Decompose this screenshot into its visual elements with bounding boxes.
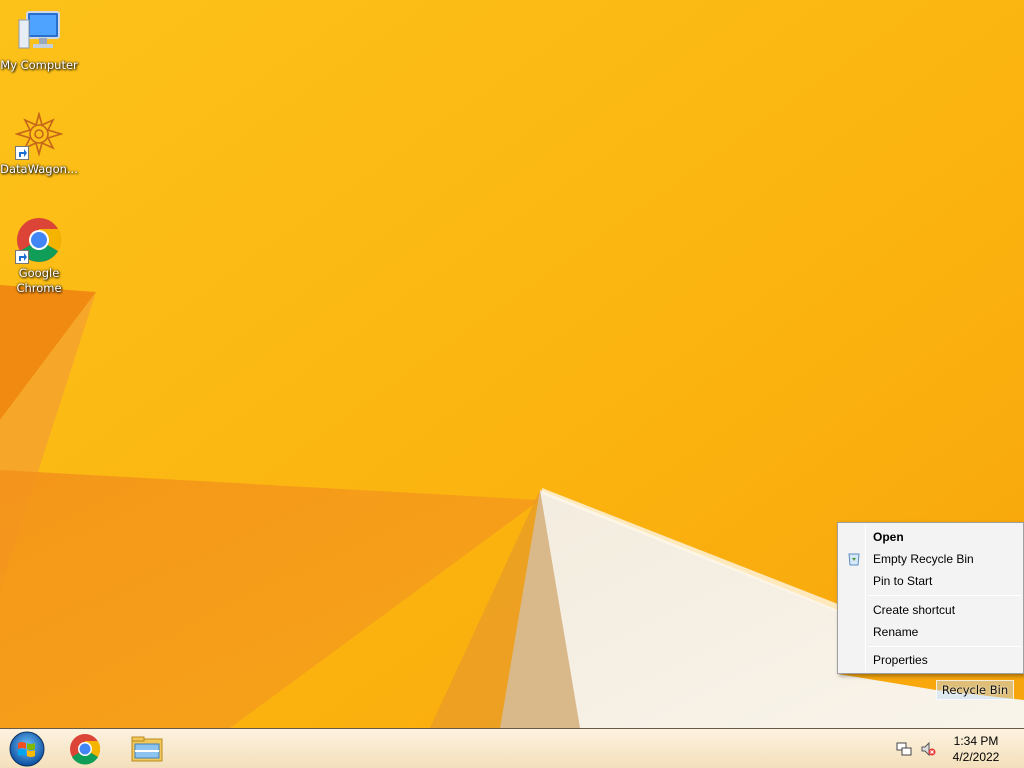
chrome-taskbar-button[interactable] bbox=[60, 731, 110, 767]
menu-item-open[interactable]: Open bbox=[840, 526, 1021, 548]
menu-item-label: Rename bbox=[873, 625, 919, 639]
file-explorer-taskbar-button[interactable] bbox=[122, 731, 172, 767]
menu-item-label: Create shortcut bbox=[873, 603, 956, 617]
menu-item-empty-recycle-bin[interactable]: Empty Recycle Bin bbox=[840, 548, 1021, 570]
chrome-icon bbox=[15, 216, 63, 264]
menu-item-create-shortcut[interactable]: Create shortcut bbox=[840, 599, 1021, 621]
desktop-icon-label: Google Chrome bbox=[16, 266, 62, 295]
datawagon-icon bbox=[14, 110, 64, 160]
menu-item-pin-to-start[interactable]: Pin to Start bbox=[840, 570, 1021, 592]
clock[interactable]: 1:34 PM 4/2/2022 bbox=[946, 733, 1006, 765]
menu-item-label: Open bbox=[873, 530, 904, 544]
shortcut-arrow-icon bbox=[15, 146, 29, 160]
shortcut-arrow-icon bbox=[15, 250, 29, 264]
menu-item-label: Empty Recycle Bin bbox=[873, 552, 974, 566]
menu-separator bbox=[868, 595, 1021, 596]
desktop-icon-label: Recycle Bin bbox=[941, 683, 1009, 697]
clock-date: 4/2/2022 bbox=[952, 750, 1000, 764]
desktop-icon-label: DataWagon... bbox=[0, 162, 78, 176]
network-icon[interactable] bbox=[896, 741, 912, 757]
desktop-icon-datawagon[interactable]: DataWagon... bbox=[0, 110, 78, 177]
menu-item-label: Properties bbox=[873, 653, 928, 667]
recycle-bin-icon bbox=[846, 551, 862, 567]
folder-icon bbox=[131, 736, 163, 762]
menu-item-label: Pin to Start bbox=[873, 574, 933, 588]
chrome-icon bbox=[70, 734, 101, 765]
desktop-icon-recycle-bin[interactable]: Recycle Bin bbox=[936, 680, 1014, 700]
desktop-icon-google-chrome[interactable]: Google Chrome bbox=[0, 216, 78, 296]
taskbar: 1:34 PM 4/2/2022 bbox=[0, 728, 1024, 768]
clock-time: 1:34 PM bbox=[953, 734, 999, 748]
volume-muted-icon[interactable] bbox=[920, 741, 936, 757]
menu-item-rename[interactable]: Rename bbox=[840, 621, 1021, 643]
start-button[interactable] bbox=[2, 731, 52, 767]
desktop-icon-label: My Computer bbox=[0, 58, 78, 72]
menu-separator bbox=[868, 646, 1021, 647]
context-menu: Open Empty Recycle Bin Pin to Start Crea… bbox=[837, 522, 1024, 674]
system-tray: 1:34 PM 4/2/2022 bbox=[884, 729, 1024, 768]
menu-item-properties[interactable]: Properties bbox=[840, 649, 1021, 671]
desktop-icon-my-computer[interactable]: My Computer bbox=[0, 8, 78, 73]
windows-start-icon bbox=[9, 731, 45, 767]
my-computer-icon bbox=[15, 8, 63, 56]
